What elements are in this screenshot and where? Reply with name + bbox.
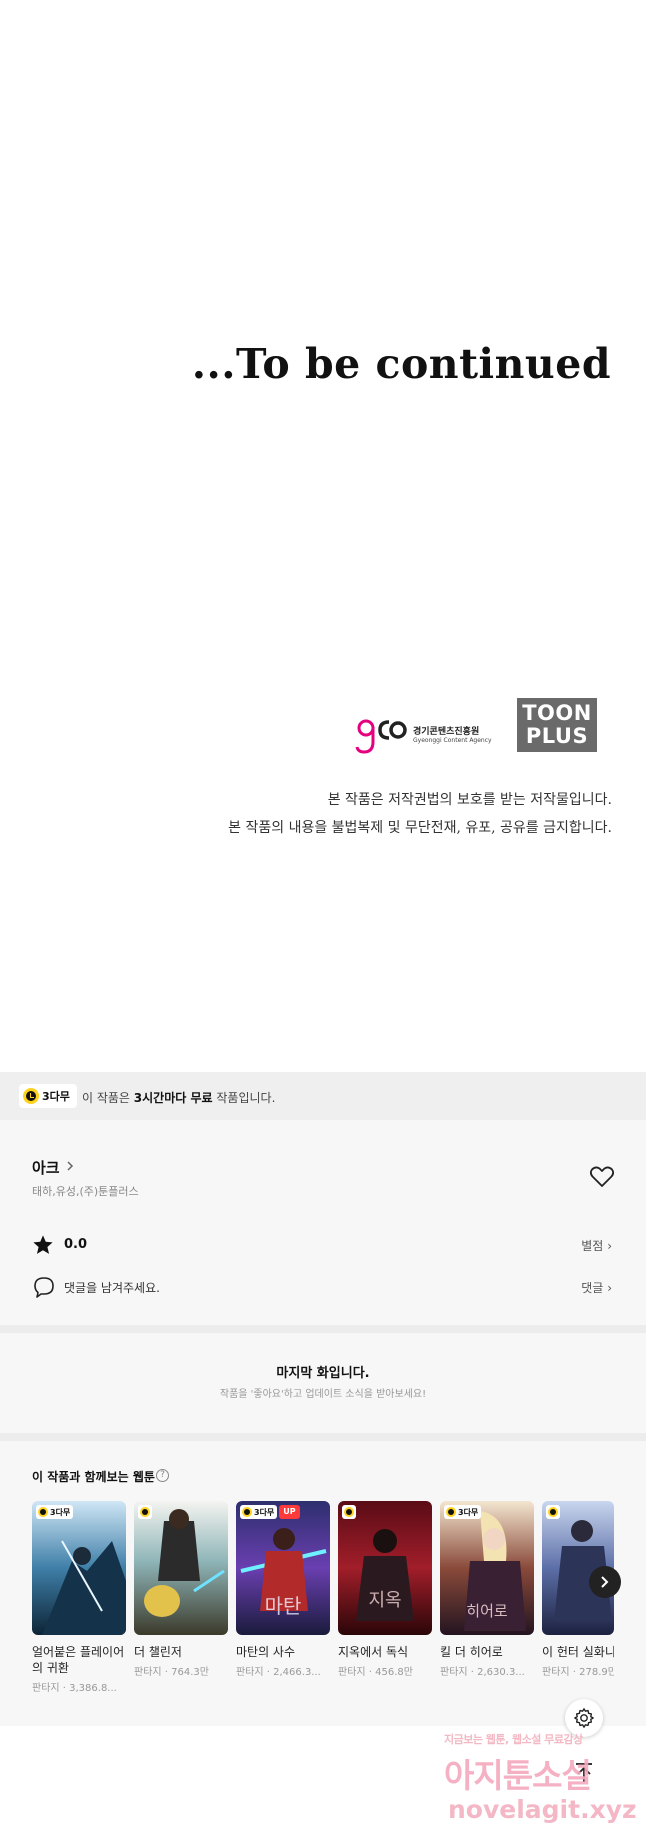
carousel-next-button[interactable] bbox=[589, 1566, 621, 1598]
gca-korean-name: 경기콘텐츠진흥원 bbox=[413, 727, 480, 737]
watermark-line1: 지금보는 웹툰, 웹소설 무료감상 bbox=[444, 1733, 583, 1746]
card-title: 킬 더 히어로 bbox=[440, 1645, 503, 1659]
star-icon bbox=[33, 1235, 53, 1254]
card-thumbnail[interactable] bbox=[134, 1501, 228, 1635]
rate-link[interactable]: 별점 › bbox=[581, 1237, 612, 1254]
gear-icon bbox=[574, 1708, 594, 1728]
chevron-right-icon: › bbox=[607, 1239, 612, 1253]
svg-text:지옥: 지옥 bbox=[368, 1590, 401, 1611]
recommendation-card[interactable]: 지옥 지옥에서 독식 판타지 · 456.8만 bbox=[338, 1501, 432, 1678]
comment-link[interactable]: 댓글 › bbox=[581, 1279, 612, 1296]
up-badge: UP bbox=[279, 1505, 300, 1519]
watermark-line2: 아지툰소설 bbox=[444, 1756, 592, 1795]
card-meta: 판타지 · 278.9만 bbox=[542, 1667, 614, 1678]
recommendation-card[interactable]: 히어로 3다무 킬 더 히어로 판타지 · 2,630.3... bbox=[440, 1501, 534, 1678]
copyright-line1: 본 작품은 저작권법의 보호를 받는 저작물입니다. bbox=[327, 792, 612, 808]
card-meta: 판타지 · 3,386.8... bbox=[32, 1683, 117, 1694]
card-meta: 판타지 · 764.3만 bbox=[134, 1667, 209, 1678]
comic-end-panel bbox=[0, 0, 646, 1072]
clock-icon bbox=[344, 1507, 354, 1517]
card-title: 얼어붙은 플레이어의 귀환 bbox=[32, 1645, 125, 1675]
card-meta: 판타지 · 2,466.3... bbox=[236, 1667, 321, 1678]
card-meta: 판타지 · 2,630.3... bbox=[440, 1667, 525, 1678]
svg-text:마탄: 마탄 bbox=[265, 1594, 302, 1618]
work-authors: 태하,유성,(주)툰플러스 bbox=[32, 1185, 139, 1198]
card-title: 지옥에서 독식 bbox=[338, 1645, 409, 1659]
card-thumbnail[interactable]: 마탄 3다무 UP bbox=[236, 1501, 330, 1635]
last-episode-section bbox=[0, 1333, 646, 1433]
watermark-line3: novelagit.xyz bbox=[448, 1795, 637, 1824]
free-banner-text: 이 작품은 3시간마다 무료 작품입니다. bbox=[82, 1091, 276, 1105]
copyright-notice: 본 작품은 저작권법의 보호를 받는 저작물입니다. 본 작품의 내용을 불법복… bbox=[228, 786, 612, 842]
clock-icon bbox=[23, 1088, 39, 1104]
card-thumbnail[interactable]: 3다무 bbox=[32, 1501, 126, 1635]
comment-prompt[interactable]: 댓글을 남겨주세요. bbox=[64, 1279, 160, 1296]
card-meta: 판타지 · 456.8만 bbox=[338, 1667, 413, 1678]
toonplus-line1: TOON bbox=[522, 701, 592, 725]
clock-icon bbox=[446, 1507, 456, 1517]
chevron-right-icon bbox=[601, 1576, 609, 1588]
section-divider bbox=[0, 1325, 646, 1333]
gca-english-name: Gyeonggi Content Agency bbox=[413, 737, 492, 744]
recommendation-card[interactable]: 3다무 얼어붙은 플레이어의 귀환 판타지 · 3,386.8... bbox=[32, 1501, 126, 1694]
section-divider bbox=[0, 1433, 646, 1441]
cover-image-5: 히어로 bbox=[440, 1501, 534, 1635]
recommendations-heading: 이 작품과 함께보는 웹툰 bbox=[32, 1470, 155, 1484]
card-thumbnail[interactable]: 히어로 3다무 bbox=[440, 1501, 534, 1635]
copyright-line2: 본 작품의 내용을 불법복제 및 무단전재, 유포, 공유를 금지합니다. bbox=[228, 820, 612, 836]
last-episode-title: 마지막 화입니다. bbox=[276, 1366, 370, 1381]
toonplus-logo: TOON PLUS bbox=[517, 698, 597, 752]
comment-icon bbox=[34, 1277, 54, 1298]
svg-text:히어로: 히어로 bbox=[466, 1602, 508, 1620]
help-icon[interactable]: ? bbox=[156, 1469, 169, 1482]
card-title: 더 챌린저 bbox=[134, 1645, 182, 1659]
gca-mark-icon bbox=[355, 719, 407, 754]
cover-image-1 bbox=[32, 1501, 126, 1635]
work-title-link[interactable]: 아크 bbox=[32, 1157, 60, 1178]
heart-icon[interactable] bbox=[589, 1165, 615, 1189]
chevron-right-icon: › bbox=[607, 1281, 612, 1295]
wait-free-badge: 3다무 bbox=[19, 1084, 77, 1108]
free-banner-bold: 3시간마다 무료 bbox=[133, 1091, 213, 1105]
card-thumbnail[interactable]: 지옥 bbox=[338, 1501, 432, 1635]
cover-image-2 bbox=[134, 1501, 228, 1635]
clock-icon bbox=[242, 1507, 252, 1517]
rating-value: 0.0 bbox=[64, 1237, 88, 1252]
gca-logo: 경기콘텐츠진흥원 Gyeonggi Content Agency bbox=[352, 712, 492, 758]
toonplus-line2: PLUS bbox=[525, 724, 589, 748]
cover-image-3: 마탄 bbox=[236, 1501, 330, 1635]
chevron-right-icon[interactable] bbox=[66, 1160, 74, 1172]
clock-icon bbox=[38, 1507, 48, 1517]
to-be-continued-text: ...To be continued bbox=[191, 340, 611, 388]
recommendation-card[interactable]: 더 챌린저 판타지 · 764.3만 bbox=[134, 1501, 228, 1678]
card-title: 마탄의 사수 bbox=[236, 1645, 296, 1659]
clock-icon bbox=[548, 1507, 558, 1517]
card-title: 이 헌터 실화니 bbox=[542, 1645, 614, 1659]
cover-image-4: 지옥 bbox=[338, 1501, 432, 1635]
recommendation-card[interactable]: 마탄 3다무 UP 마탄의 사수 판타지 · 2,466.3... bbox=[236, 1501, 330, 1678]
last-episode-subtitle: 작품을 '좋아요'하고 업데이트 소식을 받아보세요! bbox=[219, 1389, 427, 1400]
clock-icon bbox=[140, 1507, 150, 1517]
wait-free-badge-label: 3다무 bbox=[42, 1090, 70, 1103]
